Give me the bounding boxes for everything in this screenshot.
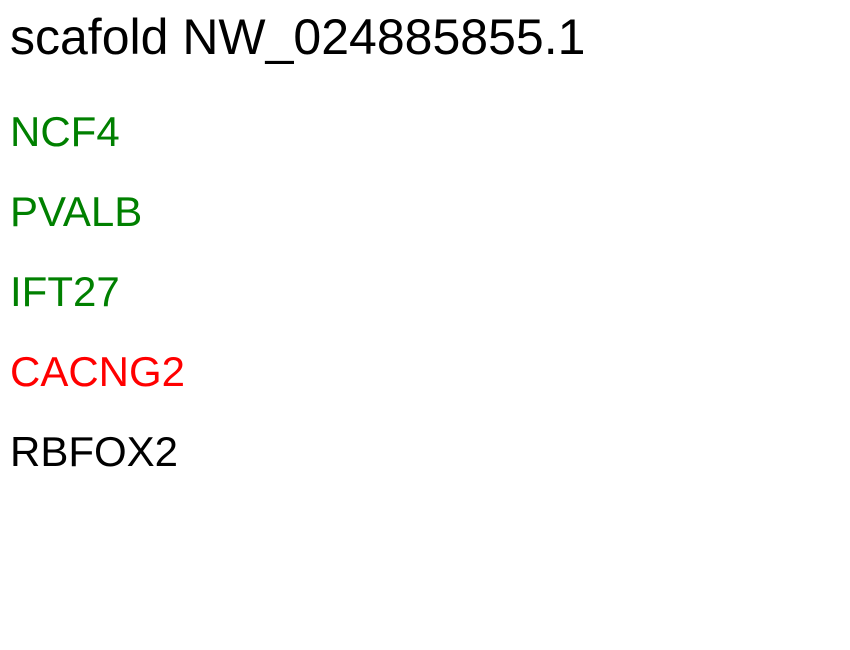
gene-item-ift27: IFT27: [10, 268, 120, 315]
page-title: scafold NW_024885855.1: [10, 9, 586, 65]
gene-item-ncf4: NCF4: [10, 108, 120, 155]
gene-list: NCF4 PVALB IFT27 CACNG2 RBFOX2: [10, 106, 185, 506]
gene-item-rbfox2: RBFOX2: [10, 428, 179, 475]
gene-item-cacng2: CACNG2: [10, 348, 186, 395]
gene-item-pvalb: PVALB: [10, 188, 143, 235]
